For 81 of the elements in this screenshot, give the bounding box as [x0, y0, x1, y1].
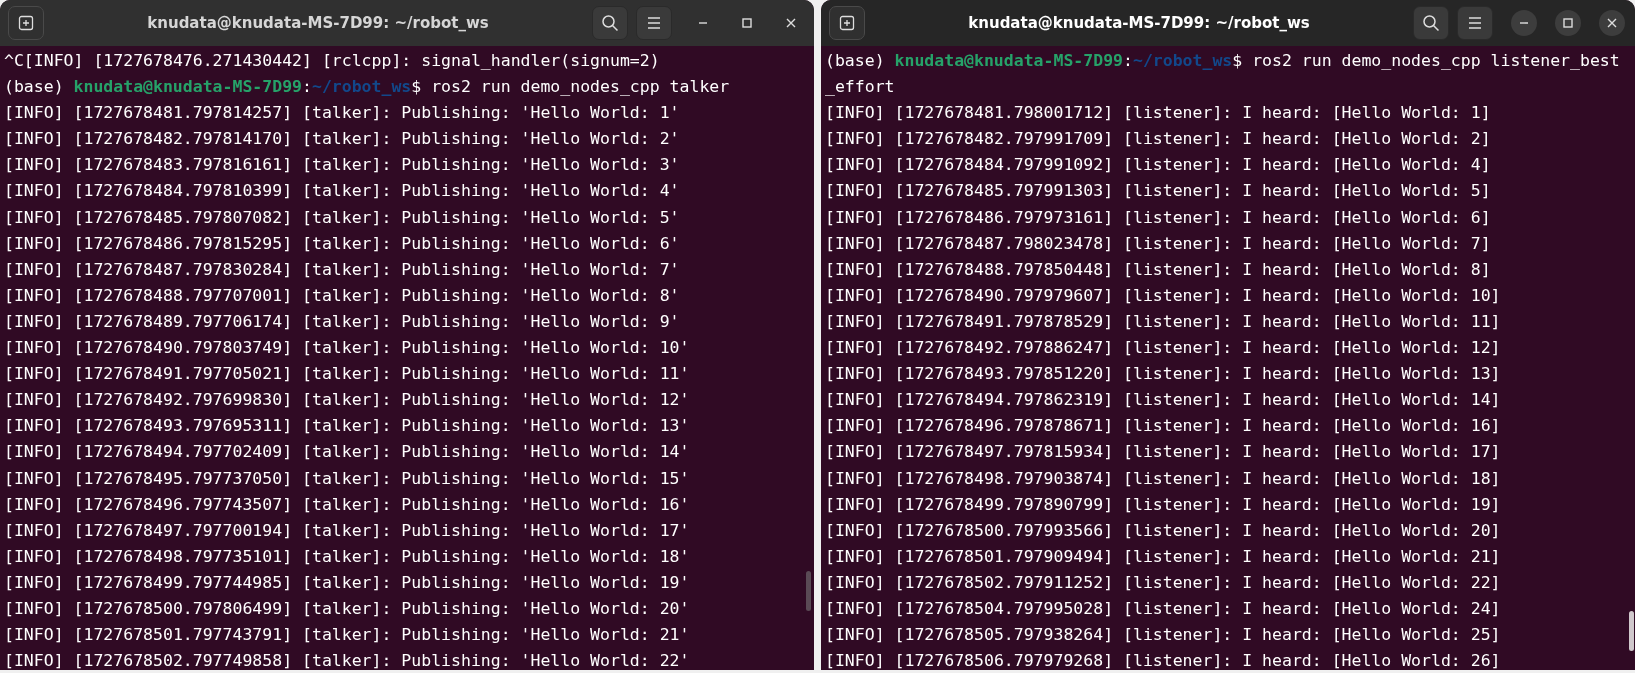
maximize-icon [742, 18, 752, 28]
terminal-line: [INFO] [1727678494.797702409] [talker]: Publishing: 'Hello World: 14' [4, 441, 690, 464]
terminal-line: [INFO] [1727678490.797803749] [talker]: Publishing: 'Hello World: 10' [4, 337, 690, 360]
terminal-line: [INFO] [1727678484.797991092] [listener]: I heard: [Hello World: 4] [825, 154, 1491, 177]
minimize-icon [698, 22, 708, 24]
menu-icon [646, 16, 662, 30]
terminal-line: [INFO] [1727678502.797911252] [listener]: I heard: [Hello World: 22] [825, 571, 1501, 594]
command-text: $ ros2 run demo_nodes_cpp talker [411, 77, 730, 97]
close-button[interactable] [1599, 10, 1625, 36]
terminal-line: [INFO] [1727678485.797807082] [talker]: Publishing: 'Hello World: 5' [4, 206, 680, 229]
terminal-line: [INFO] [1727678501.797743791] [talker]: Publishing: 'Hello World: 21' [4, 624, 690, 647]
search-icon [1422, 14, 1440, 32]
terminal-line: [INFO] [1727678488.797707001] [talker]: Publishing: 'Hello World: 8' [4, 284, 680, 307]
new-tab-button[interactable] [829, 6, 865, 40]
minimize-button[interactable] [1511, 10, 1537, 36]
terminal-line: ^C[INFO] [1727678476.271430442] [rclcpp]: signal_handler(signum=2) [4, 50, 660, 72]
close-icon [1607, 18, 1617, 28]
working-path: ~/robot_ws [1132, 51, 1233, 70]
terminal-line: [INFO] [1727678502.797749858] [talker]: Publishing: 'Hello World: 22' [4, 650, 690, 670]
terminal-line: [INFO] [1727678504.797995028] [listener]: I heard: [Hello World: 24] [825, 597, 1501, 620]
new-tab-button[interactable] [8, 6, 44, 40]
terminal-line: [INFO] [1727678491.797705021] [talker]: Publishing: 'Hello World: 11' [4, 363, 690, 386]
maximize-button[interactable] [1555, 10, 1581, 36]
terminal-line: [INFO] [1727678497.797700194] [talker]: Publishing: 'Hello World: 17' [4, 519, 690, 542]
menu-button[interactable] [636, 6, 672, 40]
terminal-line: _effort [825, 76, 895, 99]
search-button[interactable] [592, 6, 628, 40]
close-icon [786, 18, 796, 28]
terminal-line: [INFO] [1727678499.797744985] [talker]: Publishing: 'Hello World: 19' [4, 571, 690, 594]
terminal-line: [INFO] [1727678482.797991709] [listener]: I heard: [Hello World: 2] [825, 128, 1491, 151]
menu-button[interactable] [1457, 6, 1493, 40]
terminal-line: [INFO] [1727678505.797938264] [listener]: I heard: [Hello World: 25] [825, 624, 1501, 647]
terminal-line: [INFO] [1727678498.797735101] [talker]: Publishing: 'Hello World: 18' [4, 545, 690, 568]
search-icon [601, 14, 619, 32]
terminal-line: [INFO] [1727678498.797903874] [listener]: I heard: [Hello World: 18] [825, 467, 1501, 490]
separator: : [302, 77, 312, 97]
conda-env-label: (base) [825, 51, 885, 70]
terminal-line: [INFO] [1727678490.797979607] [listener]: I heard: [Hello World: 10] [825, 284, 1501, 307]
terminal-line: [INFO] [1727678492.797886247] [listener]: I heard: [Hello World: 12] [825, 337, 1501, 360]
scrollbar[interactable] [1629, 611, 1634, 651]
terminal-line: [INFO] [1727678484.797810399] [talker]: Publishing: 'Hello World: 4' [4, 180, 680, 203]
terminal-line: [INFO] [1727678483.797816161] [talker]: Publishing: 'Hello World: 3' [4, 154, 680, 177]
search-button[interactable] [1413, 6, 1449, 40]
terminal-line: [INFO] [1727678486.797815295] [talker]: Publishing: 'Hello World: 6' [4, 232, 680, 255]
terminal-line: [INFO] [1727678488.797850448] [listener]: I heard: [Hello World: 8] [825, 258, 1491, 281]
terminal-line: [INFO] [1727678494.797862319] [listener]: I heard: [Hello World: 14] [825, 389, 1501, 412]
terminal-line: [INFO] [1727678489.797706174] [talker]: Publishing: 'Hello World: 9' [4, 310, 680, 333]
terminal-line: [INFO] [1727678481.798001712] [listener]: I heard: [Hello World: 1] [825, 102, 1491, 125]
working-path: ~/robot_ws [311, 77, 412, 97]
user-host: knudata@knudata-MS-7D99 [894, 51, 1123, 70]
terminal-line: [INFO] [1727678500.797993566] [listener]: I heard: [Hello World: 20] [825, 519, 1501, 542]
conda-env-label: (base) [4, 77, 64, 97]
terminal-line: [INFO] [1727678496.797878671] [listener]: I heard: [Hello World: 16] [825, 415, 1501, 438]
terminal-line: [INFO] [1727678500.797806499] [talker]: Publishing: 'Hello World: 20' [4, 597, 690, 620]
terminal-line: [INFO] [1727678506.797979268] [listener]: I heard: [Hello World: 26] [825, 650, 1501, 670]
new-tab-icon [839, 15, 855, 31]
terminal-line: [INFO] [1727678499.797890799] [listener]: I heard: [Hello World: 19] [825, 493, 1501, 516]
terminal-line: [INFO] [1727678501.797909494] [listener]: I heard: [Hello World: 21] [825, 545, 1501, 568]
terminal-line: [INFO] [1727678492.797699830] [talker]: Publishing: 'Hello World: 12' [4, 389, 690, 412]
new-tab-icon [18, 15, 34, 31]
terminal-line: [INFO] [1727678495.797737050] [talker]: Publishing: 'Hello World: 15' [4, 467, 690, 490]
terminal-line: [INFO] [1727678486.797973161] [listener]: I heard: [Hello World: 6] [825, 206, 1491, 229]
terminal-line: [INFO] [1727678493.797851220] [listener]: I heard: [Hello World: 13] [825, 363, 1501, 386]
terminal-line: [INFO] [1727678487.798023478] [listener]: I heard: [Hello World: 7] [825, 232, 1491, 255]
terminal-line: [INFO] [1727678491.797878529] [listener]: I heard: [Hello World: 11] [825, 310, 1501, 333]
terminal-line: [INFO] [1727678497.797815934] [listener]: I heard: [Hello World: 17] [825, 441, 1501, 464]
terminal-line: [INFO] [1727678493.797695311] [talker]: Publishing: 'Hello World: 13' [4, 415, 690, 438]
menu-icon [1467, 16, 1483, 30]
terminal-line: [INFO] [1727678487.797830284] [talker]: Publishing: 'Hello World: 7' [4, 258, 680, 281]
minimize-icon [1519, 22, 1529, 24]
maximize-icon [1563, 18, 1573, 28]
terminal-line: [INFO] [1727678482.797814170] [talker]: Publishing: 'Hello World: 2' [4, 128, 680, 151]
terminal-line: [INFO] [1727678481.797814257] [talker]: Publishing: 'Hello World: 1' [4, 102, 680, 125]
window-title: knudata@knudata-MS-7D99: ~/robot_ws [967, 14, 1311, 32]
window-title: knudata@knudata-MS-7D99: ~/robot_ws [146, 14, 490, 32]
terminal-line: [INFO] [1727678485.797991303] [listener]: I heard: [Hello World: 5] [825, 180, 1491, 203]
scrollbar[interactable] [806, 571, 811, 611]
terminal-line: [INFO] [1727678496.797743507] [talker]: Publishing: 'Hello World: 16' [4, 493, 690, 516]
user-host: knudata@knudata-MS-7D99 [73, 77, 302, 97]
separator: : [1123, 51, 1133, 70]
command-text: $ ros2 run demo_nodes_cpp listener_best [1232, 51, 1620, 70]
